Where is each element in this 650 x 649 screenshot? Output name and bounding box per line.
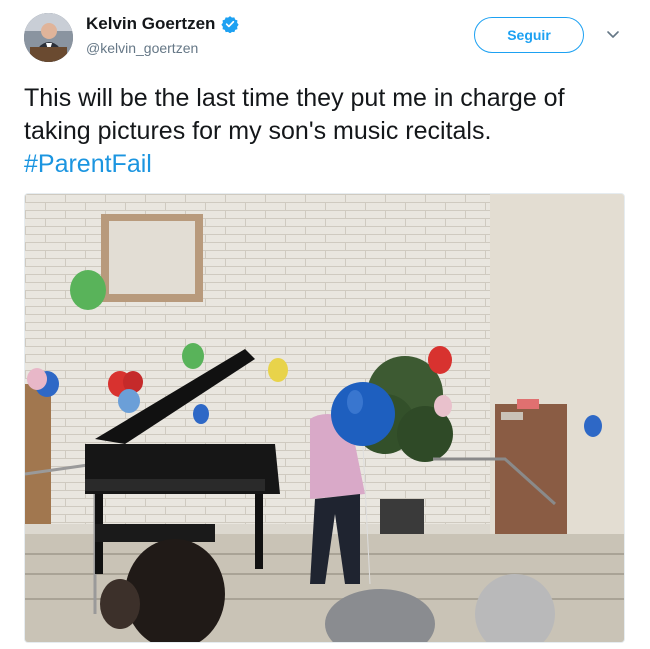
author-handle[interactable]: @kelvin_goertzen [86, 40, 198, 56]
tweet-text: This will be the last time they put me i… [24, 82, 624, 181]
author-avatar[interactable] [24, 13, 73, 62]
author-name-row[interactable]: Kelvin Goertzen [86, 14, 240, 34]
author-name[interactable]: Kelvin Goertzen [86, 14, 215, 34]
tweet-body: This will be the last time they put me i… [24, 84, 565, 145]
follow-button[interactable]: Seguir [474, 17, 584, 53]
chevron-down-icon[interactable] [605, 26, 621, 42]
avatar-image [24, 13, 73, 62]
recital-photo [25, 194, 624, 642]
verified-badge-icon [221, 16, 240, 33]
tweet-photo[interactable] [24, 193, 625, 643]
hashtag-link[interactable]: #ParentFail [24, 150, 152, 178]
